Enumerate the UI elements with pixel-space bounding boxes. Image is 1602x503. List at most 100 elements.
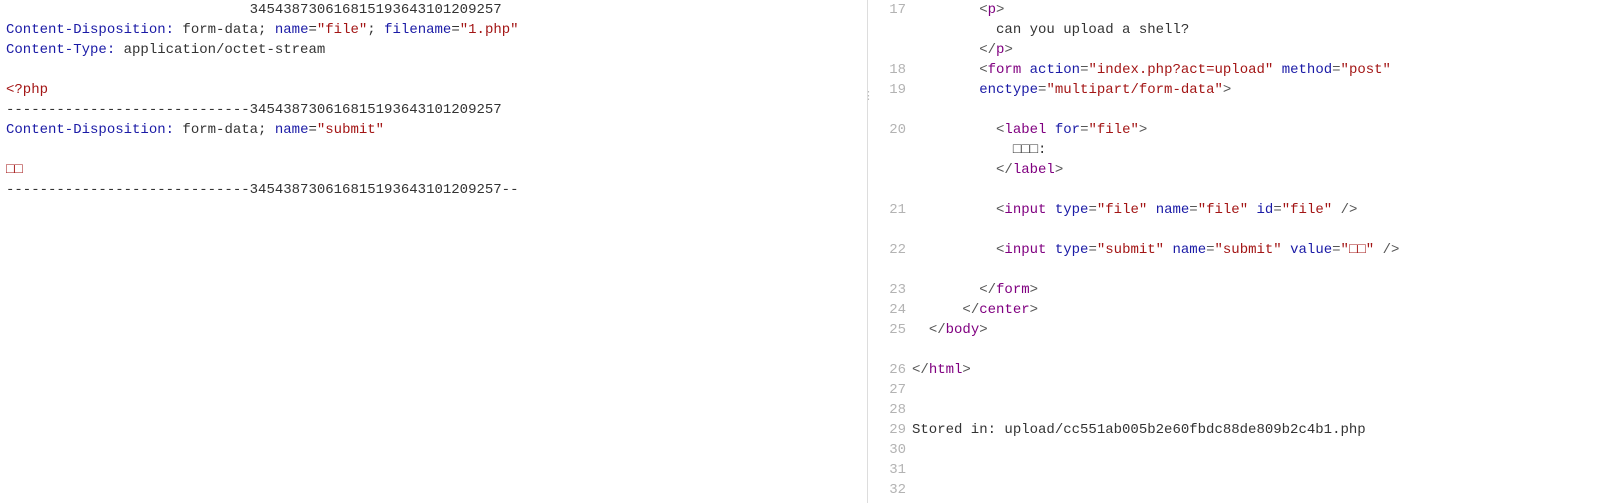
line-number: 22 [874,240,906,260]
code-line: <p> [912,0,1602,20]
token: <?php [6,82,48,98]
token: > [1030,302,1038,318]
token: □□□: [912,142,1046,158]
code-content[interactable]: <p> can you upload a shell? </p> <form a… [912,0,1602,503]
token: name [275,122,309,138]
token: "file" [317,22,367,38]
token: /> [1341,202,1358,218]
code-line: <input type="file" name="file" id="file"… [912,200,1602,220]
token: 345438730616815193643101209257 [6,2,502,18]
line-number: 28 [874,400,906,420]
token: enctype [979,82,1038,98]
line-number [874,180,906,200]
code-line: □□□: [912,140,1602,160]
token: can you upload a shell? [912,22,1189,38]
request-line: Content-Disposition: form-data; name="fi… [6,20,855,40]
token: "file" [1198,202,1248,218]
token: form-data; [174,22,275,38]
token [912,202,996,218]
token: html [929,362,963,378]
line-number [874,340,906,360]
token: input [1004,242,1046,258]
token: > [979,322,987,338]
token: = [1189,202,1197,218]
token: method [1282,62,1332,78]
code-line [912,440,1602,460]
token [912,42,979,58]
token: label [1013,162,1055,178]
token: id [1257,202,1274,218]
token [912,322,929,338]
token [912,62,979,78]
code-line [912,180,1602,200]
token: "submit" [317,122,384,138]
token [912,162,996,178]
drag-dots-icon: ⋮ [863,95,874,100]
code-line: enctype="multipart/form-data"> [912,80,1602,100]
response-code-pane[interactable]: 17 1819 20 21 22 232425 26272829303132 <… [874,0,1602,503]
token: name [1156,202,1190,218]
token: -----------------------------34543873061… [6,182,518,198]
request-line: 345438730616815193643101209257 [6,0,855,20]
code-line: </form> [912,280,1602,300]
token: < [979,62,987,78]
token: "1.php" [460,22,519,38]
token: = [451,22,459,38]
token: label [1004,122,1046,138]
token [912,302,962,318]
token [912,122,996,138]
token [912,282,979,298]
token [1282,242,1290,258]
token: > [996,2,1004,18]
token: Content-Type: [6,42,115,58]
token [1147,202,1155,218]
request-line [6,140,855,160]
token: </ [929,322,946,338]
token [1374,242,1382,258]
token: type [1055,242,1089,258]
token: "index.php?act=upload" [1088,62,1273,78]
token: application/octet-stream [115,42,325,58]
token: input [1004,202,1046,218]
token: </ [962,302,979,318]
line-number [874,20,906,40]
split-handle[interactable]: ⋮ [861,0,874,503]
code-line: </html> [912,360,1602,380]
code-line [912,220,1602,240]
token: = [1088,202,1096,218]
line-number: 23 [874,280,906,300]
token: > [1055,162,1063,178]
code-line: Stored in: upload/cc551ab005b2e60fbdc88d… [912,420,1602,440]
line-number: 18 [874,60,906,80]
token: = [1206,242,1214,258]
line-number: 32 [874,480,906,500]
token [1273,62,1281,78]
line-number [874,260,906,280]
line-number [874,100,906,120]
token [1046,122,1054,138]
request-line: Content-Disposition: form-data; name="su… [6,120,855,140]
line-number: 26 [874,360,906,380]
token: form [996,282,1030,298]
request-line: □□ [6,160,855,180]
line-number [874,140,906,160]
token: p [988,2,996,18]
token: "file" [1282,202,1332,218]
token: = [308,122,316,138]
code-line [912,480,1602,500]
divider-line [867,0,868,503]
token: for [1055,122,1080,138]
line-number: 19 [874,80,906,100]
token: "submit" [1097,242,1164,258]
token: > [1030,282,1038,298]
token [912,242,996,258]
token: /> [1383,242,1400,258]
token [912,82,979,98]
token: form [988,62,1022,78]
token: Content-Disposition: [6,22,174,38]
token: center [979,302,1029,318]
request-line: Content-Type: application/octet-stream [6,40,855,60]
code-line [912,400,1602,420]
request-body-pane[interactable]: 345438730616815193643101209257 Content-Di… [0,0,861,503]
line-number: 29 [874,420,906,440]
